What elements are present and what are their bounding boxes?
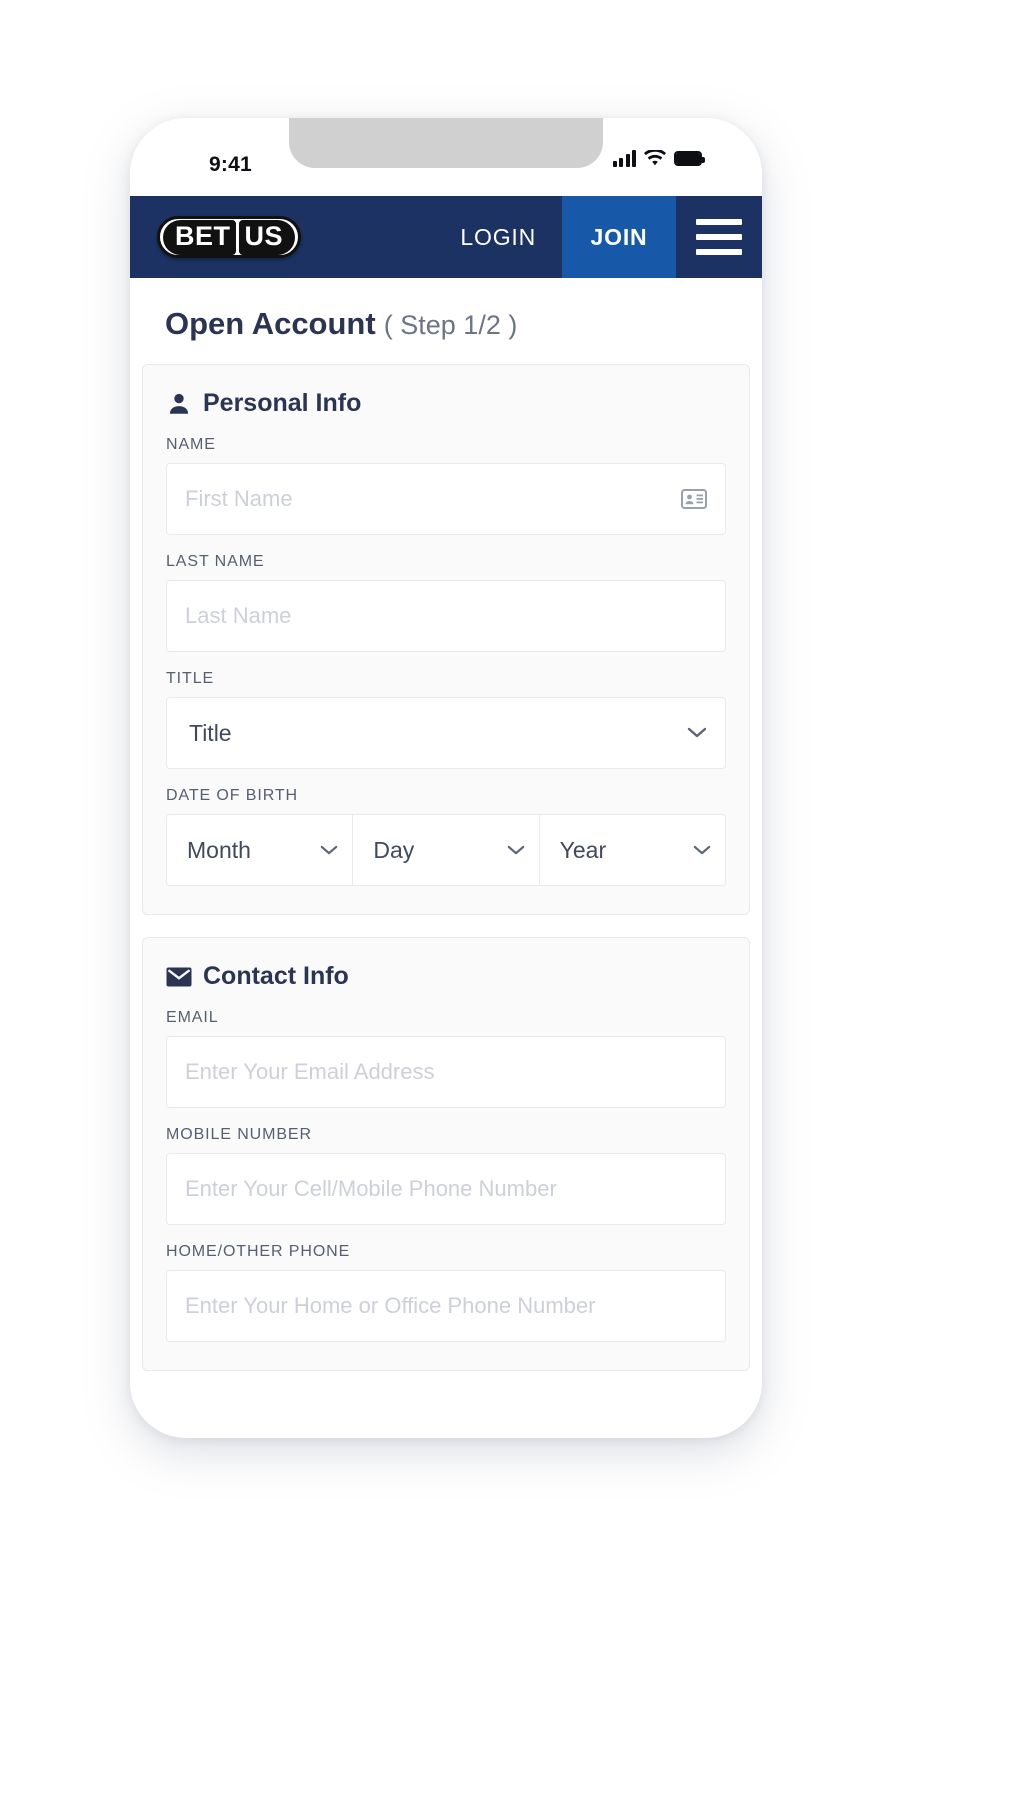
field-label-last-name: LAST NAME xyxy=(166,553,265,570)
battery-icon xyxy=(674,151,705,166)
betus-logo-badge: BET US xyxy=(157,216,302,258)
field-label-dob: DATE OF BIRTH xyxy=(166,787,299,804)
title-select[interactable]: Title xyxy=(166,697,726,769)
personal-info-card: Personal Info NAME First Name LAST NAME … xyxy=(142,364,750,915)
field-last-name: LAST NAME xyxy=(166,553,726,652)
dob-month-value: Month xyxy=(187,836,251,863)
field-mobile-number: MOBILE NUMBER xyxy=(166,1126,726,1225)
chevron-down-icon xyxy=(687,727,707,738)
field-date-of-birth: DATE OF BIRTH Month Day Year xyxy=(166,787,726,886)
logo-text-us: US xyxy=(238,219,296,255)
field-email: EMAIL xyxy=(166,1009,726,1108)
dob-month-select[interactable]: Month xyxy=(166,814,354,886)
first-name-input-wrap[interactable] xyxy=(166,463,726,535)
home-phone-input[interactable] xyxy=(185,1293,707,1319)
status-bar-indicators xyxy=(612,150,705,167)
personal-info-heading-label: Personal Info xyxy=(203,389,362,417)
first-name-input[interactable] xyxy=(185,486,681,512)
phone-frame: 9:41 BET US LOGIN JOIN Open Account (St… xyxy=(130,118,762,1438)
field-first-name: NAME xyxy=(166,436,726,535)
field-label-email: EMAIL xyxy=(166,1009,219,1026)
field-label-title: TITLE xyxy=(166,670,215,687)
hamburger-menu-icon[interactable] xyxy=(676,196,762,278)
page-content: Open Account ( Step 1/2 ) Personal Info … xyxy=(130,278,762,1438)
chevron-down-icon xyxy=(693,845,711,854)
field-title: TITLE Title xyxy=(166,670,726,769)
join-button[interactable]: JOIN xyxy=(562,196,676,278)
wifi-icon xyxy=(644,150,666,166)
chevron-down-icon xyxy=(321,845,338,854)
dob-select-row: Month Day Year xyxy=(166,814,726,886)
email-input[interactable] xyxy=(185,1059,707,1085)
field-label-mobile: MOBILE NUMBER xyxy=(166,1126,312,1143)
dob-year-value: Year xyxy=(559,836,607,863)
person-icon xyxy=(169,393,189,414)
page-title-step: ( Step 1/2 ) xyxy=(383,310,518,340)
mobile-number-input[interactable] xyxy=(185,1176,707,1202)
phone-notch xyxy=(289,118,603,168)
email-input-wrap[interactable] xyxy=(166,1036,726,1108)
cellular-signal-icon xyxy=(612,150,636,167)
dob-day-value: Day xyxy=(373,836,415,863)
betus-logo[interactable]: BET US xyxy=(130,196,434,278)
page-title: Open Account ( Step 1/2 ) xyxy=(142,278,750,364)
chevron-down-icon xyxy=(507,845,524,854)
id-card-icon xyxy=(681,488,707,510)
last-name-input[interactable] xyxy=(185,603,707,629)
envelope-icon xyxy=(166,967,192,986)
field-label-home-phone: HOME/OTHER PHONE xyxy=(166,1243,351,1260)
mobile-input-wrap[interactable] xyxy=(166,1153,726,1225)
status-bar: 9:41 xyxy=(130,118,762,196)
contact-info-heading: Contact Info xyxy=(166,962,726,991)
contact-info-heading-label: Contact Info xyxy=(203,962,349,990)
dob-day-select[interactable]: Day xyxy=(353,814,540,886)
login-button[interactable]: LOGIN xyxy=(434,196,562,278)
page-title-main: Open Account xyxy=(165,306,376,341)
personal-info-heading: Personal Info xyxy=(166,389,726,418)
home-phone-input-wrap[interactable] xyxy=(166,1270,726,1342)
field-label-name: NAME xyxy=(166,436,216,453)
last-name-input-wrap[interactable] xyxy=(166,580,726,652)
contact-info-card: Contact Info EMAIL MOBILE NUMBER HOME/OT… xyxy=(142,937,750,1371)
title-select-value: Title xyxy=(189,719,232,746)
logo-text-bet: BET xyxy=(163,219,236,255)
field-home-phone: HOME/OTHER PHONE xyxy=(166,1243,726,1342)
dob-year-select[interactable]: Year xyxy=(539,814,726,886)
status-bar-time: 9:41 xyxy=(209,153,252,176)
app-header: BET US LOGIN JOIN xyxy=(130,196,762,278)
